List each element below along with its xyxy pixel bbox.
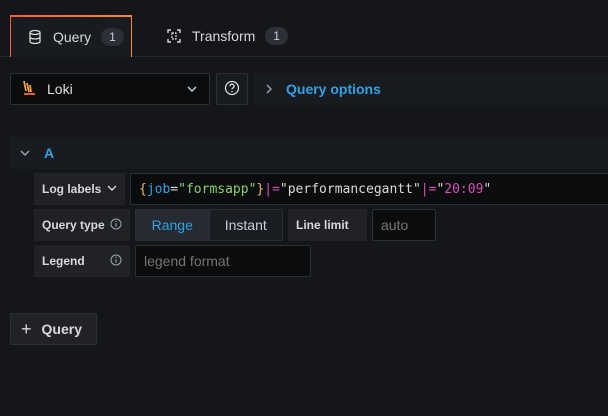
query-row-header[interactable]: A <box>10 137 608 169</box>
query-options-label: Query options <box>286 81 381 97</box>
query-editor[interactable]: {job = "formsapp"} |= "performancegantt" |=… <box>130 173 608 205</box>
query-type-range[interactable]: Range <box>136 210 209 240</box>
line-limit-input[interactable] <box>372 209 436 241</box>
expr-brace-open: { <box>139 181 147 197</box>
loki-logo-icon <box>21 79 39 100</box>
info-circle-icon <box>110 254 122 269</box>
chevron-down-icon[interactable] <box>20 145 30 161</box>
question-circle-icon <box>224 80 240 99</box>
expr-pipe2: |= <box>420 181 437 197</box>
query-type-label: Query type <box>42 218 105 232</box>
query-type-instant[interactable]: Instant <box>208 210 282 240</box>
query-type-radio-group: Range Instant <box>135 209 283 241</box>
expr-value: "formsapp" <box>178 181 257 197</box>
legend-format-input[interactable] <box>135 245 311 277</box>
chevron-right-icon <box>264 81 274 97</box>
query-type-label-box: Query type <box>34 209 131 241</box>
datasource-name: Loki <box>47 81 73 97</box>
tab-transform-count: 1 <box>265 27 288 45</box>
legend-label: Legend <box>42 254 85 268</box>
help-button[interactable] <box>216 73 248 105</box>
legend-label-box: Legend <box>34 245 131 277</box>
tab-transform-label: Transform <box>192 28 256 44</box>
expr-eq: = <box>170 181 179 197</box>
tab-transform[interactable]: Transform 1 <box>150 15 300 57</box>
add-query-button[interactable]: + Query <box>10 313 97 345</box>
info-circle-icon <box>110 218 122 233</box>
chevron-down-icon <box>107 182 117 196</box>
transform-icon <box>166 28 182 44</box>
datasource-picker[interactable]: Loki <box>10 73 210 105</box>
add-query-label: Query <box>41 321 82 337</box>
log-labels-button[interactable]: Log labels <box>34 173 126 205</box>
tab-query-label: Query <box>53 29 92 45</box>
tab-query-count: 1 <box>101 28 124 46</box>
query-options-toggle[interactable]: Query options <box>254 73 608 105</box>
expr-brace-close: } <box>256 181 265 197</box>
plus-icon: + <box>21 318 32 339</box>
line-limit-label: Line limit <box>288 209 368 241</box>
expr-filter2-open: " <box>436 181 445 197</box>
log-labels-label: Log labels <box>42 182 102 196</box>
expr-pipe1: |= <box>264 181 280 197</box>
expr-filter2-close: " <box>483 181 492 197</box>
expr-filter1: "performancegantt" <box>279 181 421 197</box>
expr-key: job <box>146 181 171 197</box>
expr-filter2-time: 20:09 <box>444 181 484 197</box>
query-ref-id: A <box>44 145 55 161</box>
chevron-down-icon <box>185 82 199 99</box>
database-icon <box>27 29 43 45</box>
tab-query[interactable]: Query 1 <box>10 15 132 57</box>
